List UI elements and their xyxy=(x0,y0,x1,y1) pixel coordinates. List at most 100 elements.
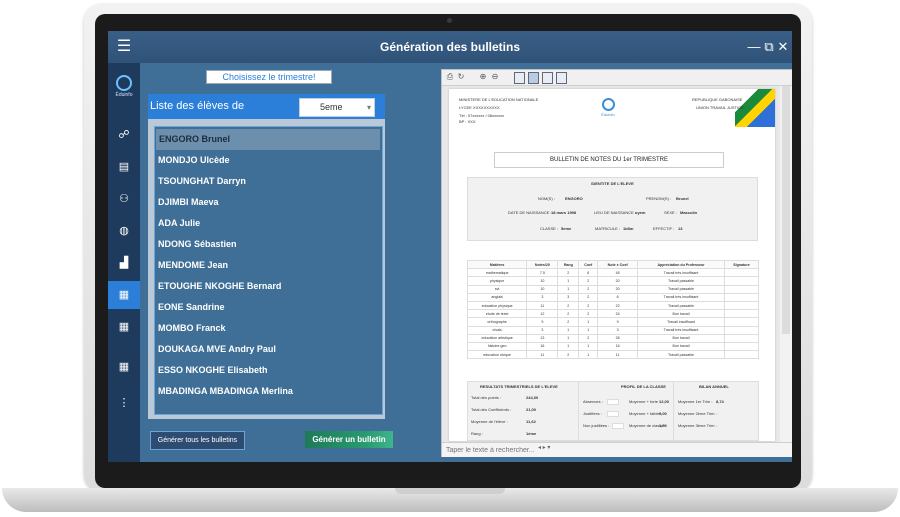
subject-icon[interactable]: ◍ xyxy=(108,217,140,245)
zoom-out-icon[interactable]: ⊖ xyxy=(490,72,500,82)
table-cell: 10 xyxy=(526,284,559,294)
table-cell: 1 xyxy=(578,317,599,327)
viewer-scrollbar[interactable] xyxy=(780,86,792,443)
table-cell: 11 xyxy=(526,350,559,360)
list-header: Liste des élèves de 5eme ▾ xyxy=(148,94,385,119)
table-cell: Travail passable xyxy=(637,276,725,286)
table-cell: 1 xyxy=(578,350,599,360)
t1-label: Moyenne 1er Trim : xyxy=(678,399,713,404)
single-page-icon[interactable] xyxy=(514,72,525,84)
table-cell: 2 xyxy=(557,350,580,360)
search-nav-icons[interactable]: ◂ ▸ ▾ xyxy=(538,444,550,451)
prenom-label: PRENOM(S) : xyxy=(646,196,672,201)
table-cell: 11 xyxy=(526,300,559,311)
total-points-value: 244,00 xyxy=(526,395,539,400)
grades-header-cell: Matières xyxy=(466,259,528,270)
table-cell: Bon travail xyxy=(637,333,725,343)
table-cell xyxy=(724,292,759,302)
table-cell xyxy=(724,325,759,335)
logo-text: Éduinfo xyxy=(115,92,133,98)
document-icon[interactable]: ▦ xyxy=(108,313,140,341)
refresh-icon[interactable]: ↻ xyxy=(456,72,466,82)
nom-value: ENGORO xyxy=(565,196,583,201)
table-cell: Travail insuffisant xyxy=(637,317,725,327)
student-item[interactable]: ESSO NKOGHE Elisabeth xyxy=(155,360,382,381)
users-icon[interactable]: ☍ xyxy=(108,121,140,149)
class-select[interactable]: 5eme ▾ xyxy=(299,98,375,117)
table-cell xyxy=(724,284,759,294)
pob-value: oyem xyxy=(635,210,646,215)
unjustified-box xyxy=(612,423,624,429)
table-row: anglais 3 3 2 6 Travail très insuffisant xyxy=(466,292,759,302)
file-icon[interactable]: ▦ xyxy=(108,353,140,381)
moy-forte-label: Moyenne + forte : xyxy=(629,399,661,404)
search-input[interactable] xyxy=(444,444,548,457)
table-row: education artistique 13 1 2 26 Bon travail xyxy=(466,333,759,343)
book-icon[interactable]: ▤ xyxy=(108,153,140,181)
student-item[interactable]: DOUKAGA MVE Andry Paul xyxy=(155,339,382,360)
report-icon[interactable]: ▦ xyxy=(108,281,140,309)
justified-label: Justifiées : xyxy=(583,411,602,416)
hamburger-menu-icon[interactable]: ☰ xyxy=(108,31,140,63)
table-cell: 7.5 xyxy=(526,268,559,278)
table-cell: 3 xyxy=(597,325,639,335)
table-cell xyxy=(724,268,759,278)
page-width-icon[interactable] xyxy=(542,72,553,84)
zoom-in-icon[interactable]: ⊕ xyxy=(478,72,488,82)
profile-header: PROFIL DE LA CLASSE xyxy=(621,384,666,389)
chart-icon[interactable]: ▟ xyxy=(108,249,140,277)
table-cell: 22 xyxy=(597,300,639,311)
bulletin-title: BULLETIN DE NOTES DU 1er TRIMESTRE xyxy=(494,152,724,168)
scrollbar-thumb[interactable] xyxy=(782,86,790,334)
table-cell: 1 xyxy=(578,341,599,352)
group-icon[interactable]: ⚇ xyxy=(108,185,140,213)
table-cell: 1 xyxy=(557,284,580,294)
total-coef-value: 21,00 xyxy=(526,407,537,412)
sexe-value: Masculin xyxy=(680,210,698,215)
trimester-button[interactable]: Choisissez le trimestre! xyxy=(206,70,332,84)
table-cell xyxy=(724,276,759,286)
table-cell: Travail très insuffisant xyxy=(637,325,725,335)
student-list[interactable]: ENGORO Brunel MONDJO Ulcède TSOUNGHAT Darr… xyxy=(154,126,383,415)
generate-all-button[interactable]: Générer tous les bulletins xyxy=(150,431,245,450)
table-cell xyxy=(724,317,759,327)
table-cell: 2 xyxy=(557,300,580,311)
student-item[interactable]: MONDJO Ulcède xyxy=(155,150,382,171)
table-row: orthographe 9 2 1 9 Travail insuffisant xyxy=(466,317,759,327)
student-item[interactable]: ENGORO Brunel xyxy=(156,129,380,150)
tel-text: Tél : 07xxxxxx / 06xxxxxx xyxy=(459,113,505,118)
more-icon[interactable]: ⋮ xyxy=(108,389,140,417)
table-cell: histoire-geo xyxy=(466,341,528,352)
student-item[interactable]: NDONG Sébastien xyxy=(155,234,382,255)
student-item[interactable]: MOMBO Franck xyxy=(155,318,382,339)
student-item[interactable]: ETOUGHE NKOGHE Bernard xyxy=(155,276,382,297)
table-cell: 2 xyxy=(578,284,599,294)
student-panel: Choisissez le trimestre! Liste des élève… xyxy=(148,67,393,459)
student-item[interactable]: TSOUNGHAT Darryn xyxy=(155,171,382,192)
absences-label: Absences : xyxy=(583,399,603,404)
student-item[interactable]: MENDOME Jean xyxy=(155,255,382,276)
minimize-icon[interactable]: — xyxy=(746,31,762,63)
table-cell: Travail passable xyxy=(637,284,725,294)
student-item[interactable]: ADA Julie xyxy=(155,213,382,234)
annual-column: BILAN ANNUEL Moyenne 1er Trim : 8,74 Moy… xyxy=(673,382,759,440)
app-window: Génération des bulletins ☰ — ⧉ ✕ Éduinfo… xyxy=(108,31,792,462)
student-item[interactable]: MBADINGA MBADINGA Merlina xyxy=(155,381,382,402)
matricule-value: 1b5m xyxy=(623,226,634,231)
moy-faible-label: Moyenne + faible : xyxy=(629,411,662,416)
t2-label: Moyenne 2ème Trim : xyxy=(678,411,717,416)
full-page-icon[interactable] xyxy=(556,72,567,84)
print-icon[interactable]: ⎙ xyxy=(445,72,455,82)
sexe-label: SEXE : xyxy=(664,210,677,215)
table-cell: anglais xyxy=(466,292,528,302)
table-row: education civique 11 2 1 11 Travail passable xyxy=(466,350,759,360)
justified-box xyxy=(607,411,619,417)
close-icon[interactable]: ✕ xyxy=(775,31,791,63)
table-cell: 1 xyxy=(557,325,580,335)
student-item[interactable]: DJIMBI Maeva xyxy=(155,192,382,213)
two-page-icon[interactable] xyxy=(528,72,539,84)
table-row: etude de texte 12 2 2 24 Bon travail xyxy=(466,309,759,319)
generate-one-button[interactable]: Générer un bulletin xyxy=(305,431,393,448)
table-cell: 12 xyxy=(526,309,559,319)
student-item[interactable]: EONE Sandrine xyxy=(155,297,382,318)
